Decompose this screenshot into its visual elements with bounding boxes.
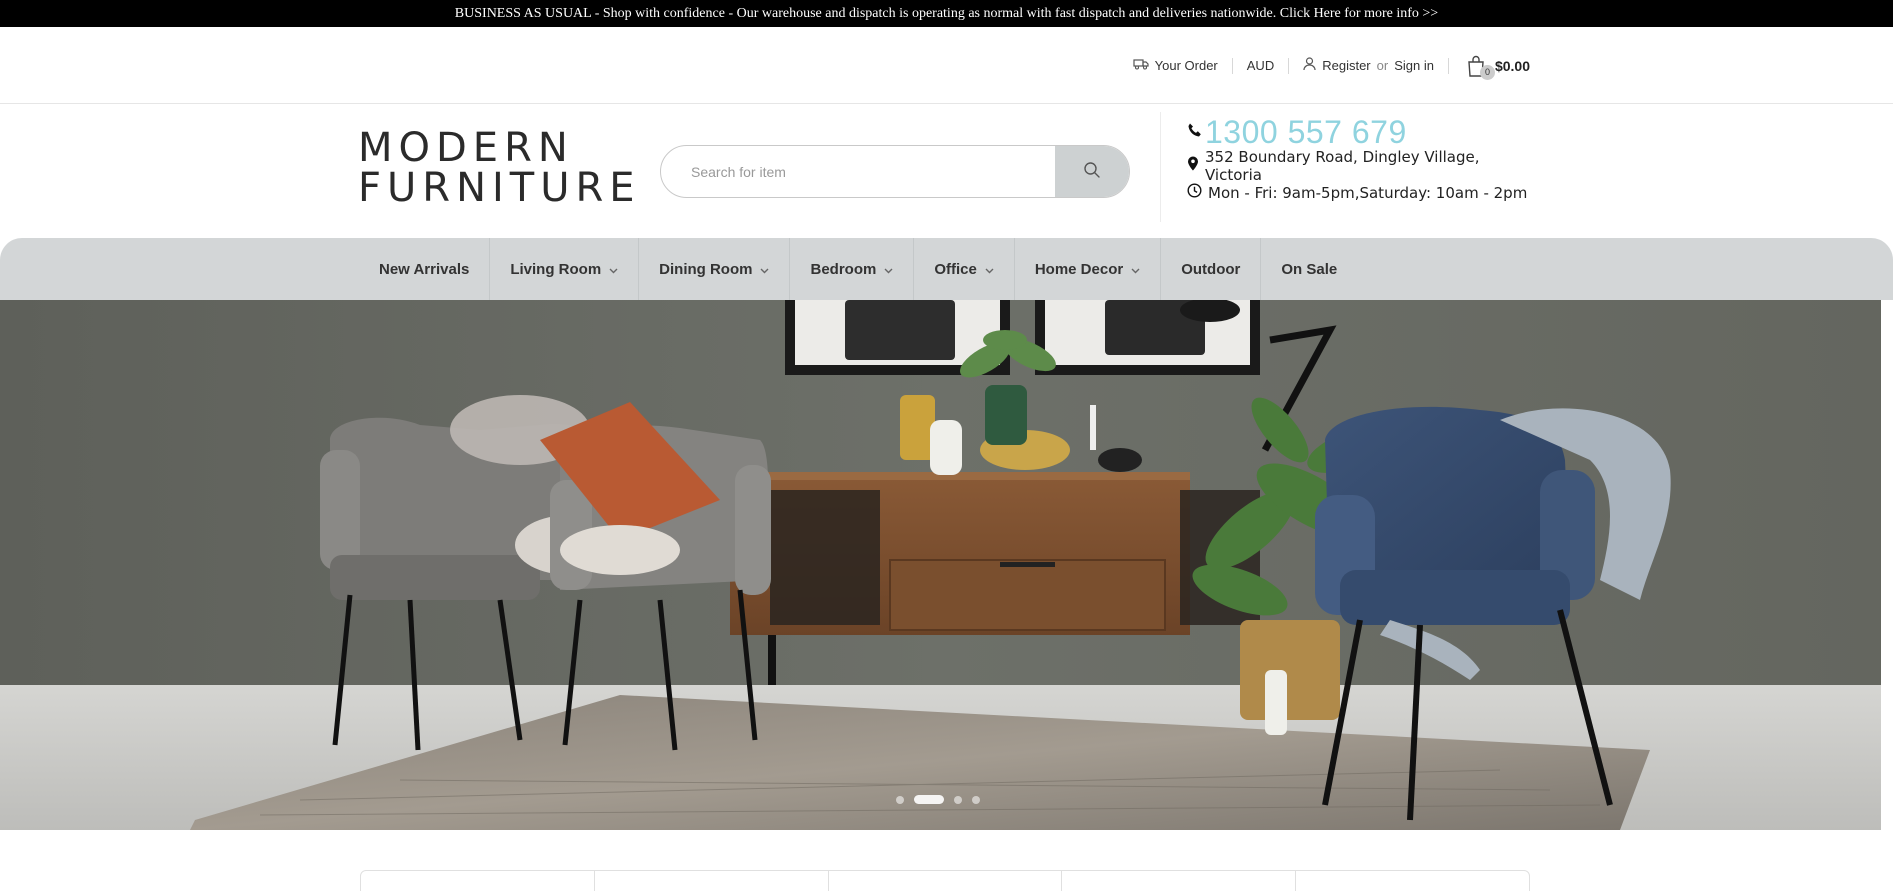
cart-count-badge: 0 bbox=[1479, 64, 1495, 80]
announcement-bar[interactable]: BUSINESS AS USUAL - Shop with confidence… bbox=[0, 0, 1893, 27]
clock-icon bbox=[1187, 183, 1202, 202]
register-link[interactable]: Register bbox=[1322, 58, 1370, 73]
hours-row: Mon - Fri: 9am-5pm,Saturday: 10am - 2pm bbox=[1187, 179, 1540, 206]
user-icon bbox=[1303, 57, 1316, 74]
hero-slider[interactable] bbox=[0, 300, 1881, 830]
map-pin-icon bbox=[1187, 156, 1199, 175]
nav-item-label: Bedroom bbox=[810, 260, 877, 278]
store-address: 352 Boundary Road, Dingley Village, Vict… bbox=[1205, 147, 1480, 184]
chevron-down-icon bbox=[884, 261, 893, 278]
nav-item-new-arrivals[interactable]: New Arrivals bbox=[359, 238, 491, 300]
logo-line-1: MODERN bbox=[358, 125, 574, 171]
cart-total: $0.00 bbox=[1494, 57, 1530, 74]
nav-item-home-decor[interactable]: Home Decor bbox=[1015, 238, 1162, 300]
your-order-link[interactable]: Your Order bbox=[1119, 57, 1232, 75]
chevron-down-icon bbox=[1131, 261, 1140, 278]
site-logo[interactable]: MODERN FURNITURE bbox=[358, 125, 641, 211]
truck-icon bbox=[1133, 58, 1149, 73]
announcement-text[interactable]: BUSINESS AS USUAL - Shop with confidence… bbox=[455, 6, 1438, 22]
feature-cell bbox=[829, 871, 1063, 891]
chevron-down-icon bbox=[609, 261, 618, 278]
or-text: or bbox=[1376, 58, 1389, 73]
feature-cell bbox=[361, 871, 595, 891]
nav-item-label: Dining Room bbox=[659, 260, 753, 278]
search-form bbox=[660, 145, 1130, 198]
address-row: 352 Boundary Road, Dingley Village, Vict… bbox=[1187, 148, 1540, 184]
nav-item-office[interactable]: Office bbox=[914, 238, 1015, 300]
sign-in-link[interactable]: Sign in bbox=[1394, 58, 1434, 73]
logo-line-2: FURNITURE bbox=[358, 165, 641, 211]
nav-item-living-room[interactable]: Living Room bbox=[490, 238, 640, 300]
hero-slide-image bbox=[0, 300, 1881, 830]
nav-item-outdoor[interactable]: Outdoor bbox=[1161, 238, 1262, 300]
slider-dot[interactable] bbox=[896, 795, 904, 804]
utility-links: Your Order AUD Register or Sign in 0 $0.… bbox=[1119, 27, 1530, 104]
nav-item-label: Office bbox=[934, 260, 977, 278]
top-utility-bar: Your Order AUD Register or Sign in 0 $0.… bbox=[0, 27, 1893, 104]
opening-hours: Mon - Fri: 9am-5pm,Saturday: 10am - 2pm bbox=[1208, 183, 1528, 202]
feature-strip bbox=[360, 870, 1530, 891]
currency-selector[interactable]: AUD bbox=[1233, 57, 1288, 75]
nav-item-bedroom[interactable]: Bedroom bbox=[790, 238, 915, 300]
main-navigation: New Arrivals Living Room Dining Room Bed… bbox=[0, 238, 1893, 300]
slider-pagination bbox=[896, 795, 980, 804]
contact-info: 1300 557 679 352 Boundary Road, Dingley … bbox=[1160, 112, 1540, 222]
slider-dot-active[interactable] bbox=[914, 795, 944, 804]
slider-dot[interactable] bbox=[954, 795, 962, 804]
feature-cell bbox=[595, 871, 829, 891]
feature-cell bbox=[1296, 871, 1529, 891]
shopping-bag-icon: 0 bbox=[1467, 55, 1495, 80]
nav-menu: New Arrivals Living Room Dining Room Bed… bbox=[359, 238, 1357, 300]
feature-cell bbox=[1062, 871, 1297, 891]
nav-item-on-sale[interactable]: On Sale bbox=[1261, 238, 1357, 300]
search-icon bbox=[1083, 161, 1101, 182]
phone-icon bbox=[1187, 122, 1203, 143]
chevron-down-icon bbox=[985, 261, 994, 278]
currency-label: AUD bbox=[1246, 58, 1275, 73]
nav-item-label: On Sale bbox=[1281, 260, 1338, 278]
search-input[interactable] bbox=[661, 146, 1055, 197]
slider-dot[interactable] bbox=[972, 795, 980, 804]
cart-button[interactable]: 0 $0.00 bbox=[1449, 55, 1530, 80]
account-links: Register or Sign in bbox=[1289, 57, 1448, 75]
your-order-label: Your Order bbox=[1154, 58, 1218, 73]
phone-number[interactable]: 1300 557 679 bbox=[1205, 114, 1407, 151]
nav-item-label: Outdoor bbox=[1181, 260, 1241, 278]
nav-item-label: Living Room bbox=[510, 260, 602, 278]
search-button[interactable] bbox=[1055, 146, 1129, 197]
nav-item-dining-room[interactable]: Dining Room bbox=[639, 238, 791, 300]
nav-item-label: Home Decor bbox=[1034, 260, 1124, 278]
phone-row: 1300 557 679 bbox=[1187, 112, 1540, 152]
nav-item-label: New Arrivals bbox=[379, 260, 470, 278]
chevron-down-icon bbox=[760, 261, 769, 278]
